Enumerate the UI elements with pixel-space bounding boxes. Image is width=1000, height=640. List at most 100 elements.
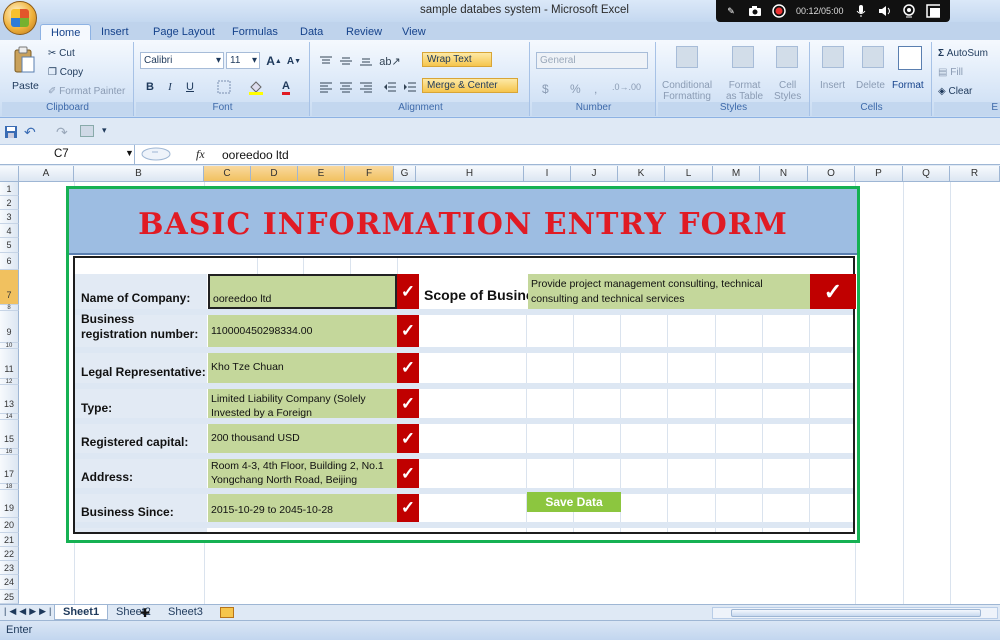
currency-button[interactable]: $ [542,82,549,96]
save-data-button[interactable]: Save Data [527,492,621,512]
delete-cells-button[interactable]: Delete [856,80,885,91]
tab-view[interactable]: View [402,24,426,41]
wrap-text-button[interactable]: Wrap Text [422,52,492,67]
speaker-icon[interactable] [878,4,892,18]
capital-field[interactable]: 200 thousand USD [208,424,397,453]
name-box[interactable]: C7 ▼ [0,145,135,164]
font-name-select[interactable]: Calibri ▾ [140,52,224,69]
shrink-font-button[interactable]: A ▼ [284,52,304,70]
format-painter-button[interactable]: ✐ Format Painter [48,86,125,97]
font-color-button[interactable]: A [276,78,296,96]
column-header-h[interactable]: H [416,166,524,182]
column-header-p[interactable]: P [855,166,903,182]
grow-font-button[interactable]: A ▲ [264,52,284,70]
webcam-icon[interactable] [902,4,916,18]
undo-icon[interactable]: ↶ [24,124,36,141]
copy-button[interactable]: ❐ Copy [48,67,83,78]
row-header-15[interactable]: 15 [0,420,19,449]
insert-cells-button[interactable]: Insert [820,80,845,91]
sheet-tab-sheet2[interactable]: Sheet2 [108,605,159,620]
column-header-g[interactable]: G [394,166,416,182]
type-check-icon[interactable]: ✓ [397,389,419,418]
row-header-5[interactable]: 5 [0,238,19,253]
column-header-a[interactable]: A [19,166,74,182]
percent-button[interactable]: % [570,82,581,96]
row-header-9[interactable]: 9 [0,311,19,343]
scope-field[interactable]: Provide project management consulting, t… [528,274,810,309]
column-header-d[interactable]: D [251,166,298,182]
cell-styles-icon[interactable] [776,46,798,68]
row-header-21[interactable]: 21 [0,533,19,547]
row-header-2[interactable]: 2 [0,196,19,210]
format-cells-icon[interactable] [898,46,922,70]
first-sheet-icon[interactable]: |◀ [4,606,19,616]
fullscreen-icon[interactable] [925,4,940,18]
row-header-1[interactable]: 1 [0,182,19,196]
legal-rep-check-icon[interactable]: ✓ [397,353,419,383]
format-cells-button[interactable]: Format [892,80,924,91]
format-table-icon[interactable] [732,46,754,68]
number-format-select[interactable]: General [536,52,648,69]
row-header-22[interactable]: 22 [0,547,19,561]
column-header-b[interactable]: B [74,166,204,182]
row-header-11[interactable]: 11 [0,349,19,379]
align-top-icon[interactable] [316,52,336,70]
decrease-indent-icon[interactable] [380,78,400,96]
align-left-icon[interactable] [316,78,336,96]
align-bottom-icon[interactable] [356,52,376,70]
registration-number-field[interactable]: 110000450298334.00 [208,315,397,347]
save-icon[interactable] [4,125,18,139]
column-header-j[interactable]: J [571,166,618,182]
tab-insert[interactable]: Insert [101,24,129,41]
cell-styles-button[interactable]: Cell Styles [774,80,801,102]
fill-color-icon[interactable] [246,78,266,96]
orientation-icon[interactable]: ab↗ [379,52,400,70]
column-header-i[interactable]: I [524,166,571,182]
column-header-r[interactable]: R [950,166,1000,182]
row-header-19[interactable]: 19 [0,490,19,518]
select-all-corner[interactable] [0,166,19,182]
row-header-4[interactable]: 4 [0,224,19,238]
address-check-icon[interactable]: ✓ [397,459,419,488]
tab-data[interactable]: Data [300,24,323,41]
row-header-23[interactable]: 23 [0,561,19,575]
sheet-nav-buttons[interactable]: |◀◀▶▶| [4,606,54,617]
pen-icon[interactable]: ✎ [724,4,738,18]
column-header-q[interactable]: Q [903,166,950,182]
column-header-n[interactable]: N [760,166,808,182]
horizontal-scrollbar[interactable] [712,607,998,619]
column-header-o[interactable]: O [808,166,855,182]
row-header-17[interactable]: 17 [0,455,19,484]
horizontal-scroll-thumb[interactable] [731,609,981,617]
business-since-field[interactable]: 2015-10-29 to 2045-10-28 [208,494,397,522]
merge-center-button[interactable]: Merge & Center [422,78,518,93]
capital-check-icon[interactable]: ✓ [397,424,419,453]
paste-button[interactable]: Paste [12,80,39,92]
next-sheet-icon[interactable]: ▶ [29,606,39,616]
paste-icon[interactable] [12,46,36,74]
formula-input[interactable]: ooreedoo ltd [222,148,289,162]
column-header-k[interactable]: K [618,166,665,182]
company-name-field[interactable]: ooreedoo ltd [208,274,397,309]
row-header-13[interactable]: 13 [0,385,19,414]
row-header-6[interactable]: 6 [0,253,19,270]
row-header-3[interactable]: 3 [0,210,19,224]
redo-icon[interactable]: ↷ [56,124,68,141]
row-header-24[interactable]: 24 [0,575,19,590]
column-header-f[interactable]: F [345,166,394,182]
legal-rep-field[interactable]: Kho Tze Chuan [208,353,397,383]
format-as-table-button[interactable]: Format as Table [726,80,763,102]
customize-qat-icon[interactable]: ▾ [102,125,107,136]
increase-indent-icon[interactable] [400,78,420,96]
sheet-tab-sheet3[interactable]: Sheet3 [160,605,211,620]
row-header-7[interactable]: 7 [0,270,19,305]
conditional-formatting-button[interactable]: Conditional Formatting [662,80,712,102]
italic-button[interactable]: I [160,78,180,96]
print-preview-icon[interactable] [80,125,94,137]
cut-button[interactable]: ✂ Cut [48,48,75,59]
align-right-icon[interactable] [356,78,376,96]
address-field[interactable]: Room 4-3, 4th Floor, Building 2, No.1 Yo… [208,459,397,488]
bold-button[interactable]: B [140,78,160,96]
autosum-button[interactable]: Σ AutoSum [938,48,988,59]
camera-icon[interactable] [748,4,762,18]
